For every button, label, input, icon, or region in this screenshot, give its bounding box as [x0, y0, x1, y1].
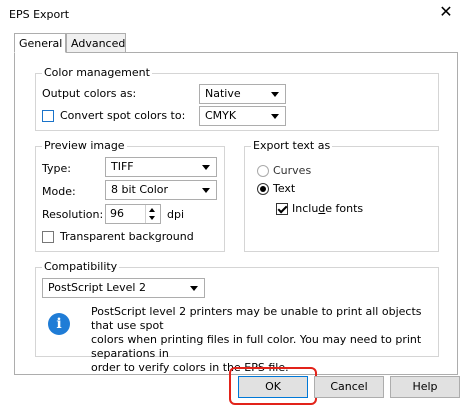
compatibility-select[interactable]: PostScript Level 2 [42, 278, 205, 298]
convert-spot-colors-select[interactable]: CMYK [199, 106, 286, 126]
compatibility-info: PostScript level 2 printers may be unabl… [91, 305, 431, 375]
convert-spot-colors-label: Convert spot colors to: [60, 109, 186, 122]
resolution-unit: dpi [167, 208, 185, 221]
preview-image-label: Preview image [42, 139, 127, 152]
include-fonts-label: Include fonts [292, 202, 364, 215]
mode-select[interactable]: 8 bit Color [105, 180, 217, 200]
info-icon: i [48, 313, 70, 335]
resolution-value: 96 [110, 207, 124, 220]
curves-radio[interactable] [257, 165, 269, 177]
export-text-label: Export text as [251, 139, 333, 152]
text-radio[interactable] [257, 183, 269, 195]
output-colors-select[interactable]: Native [199, 84, 286, 104]
general-panel: Color management Output colors as: Nativ… [14, 52, 458, 375]
spinner-up-icon[interactable] [149, 208, 155, 212]
compatibility-label: Compatibility [42, 260, 120, 273]
tab-advanced-label: Advanced [71, 37, 126, 50]
window-title: EPS Export [9, 8, 70, 21]
tab-advanced[interactable]: Advanced [66, 33, 126, 53]
text-label: Text [273, 182, 296, 195]
type-select[interactable]: TIFF [105, 157, 217, 177]
tab-general-label: General [19, 37, 63, 50]
output-colors-value: Native [205, 87, 241, 100]
resolution-spinner[interactable]: 96 [105, 204, 161, 224]
spinner-arrows[interactable] [145, 205, 160, 223]
ok-highlight [229, 367, 317, 405]
convert-spot-colors-value: CMYK [205, 109, 237, 122]
close-icon[interactable]: ✕ [434, 1, 458, 23]
chevron-down-icon [202, 165, 210, 170]
color-management-label: Color management [42, 66, 152, 79]
color-management-group: Color management Output colors as: Nativ… [35, 66, 439, 131]
output-colors-label: Output colors as: [42, 87, 137, 100]
info-line-2: colors when printing files in full color… [91, 333, 422, 360]
chevron-down-icon [271, 114, 279, 119]
cancel-button[interactable]: Cancel [314, 376, 384, 398]
chevron-down-icon [202, 188, 210, 193]
mode-label: Mode: [42, 185, 76, 198]
transparent-background-label: Transparent background [60, 230, 194, 243]
export-text-group: Export text as Curves Text Include fonts [244, 139, 439, 252]
compatibility-value: PostScript Level 2 [48, 281, 146, 294]
transparent-background-checkbox[interactable] [42, 231, 54, 243]
type-label: Type: [42, 162, 71, 175]
tab-general[interactable]: General [14, 33, 66, 53]
title-bar: EPS Export ✕ [0, 0, 464, 28]
preview-image-group: Preview image Type: TIFF Mode: 8 bit Col… [35, 139, 225, 252]
chevron-down-icon [190, 286, 198, 291]
spinner-down-icon[interactable] [149, 216, 155, 220]
type-value: TIFF [111, 160, 134, 173]
curves-label: Curves [273, 164, 312, 177]
chevron-down-icon [271, 92, 279, 97]
resolution-label: Resolution: [42, 208, 104, 221]
compatibility-group: Compatibility PostScript Level 2 i PostS… [35, 260, 439, 374]
include-fonts-checkbox[interactable] [276, 203, 288, 215]
info-line-1: PostScript level 2 printers may be unabl… [91, 305, 422, 332]
convert-spot-colors-checkbox[interactable] [42, 110, 54, 122]
help-button[interactable]: Help [390, 376, 460, 398]
mode-value: 8 bit Color [111, 183, 169, 196]
